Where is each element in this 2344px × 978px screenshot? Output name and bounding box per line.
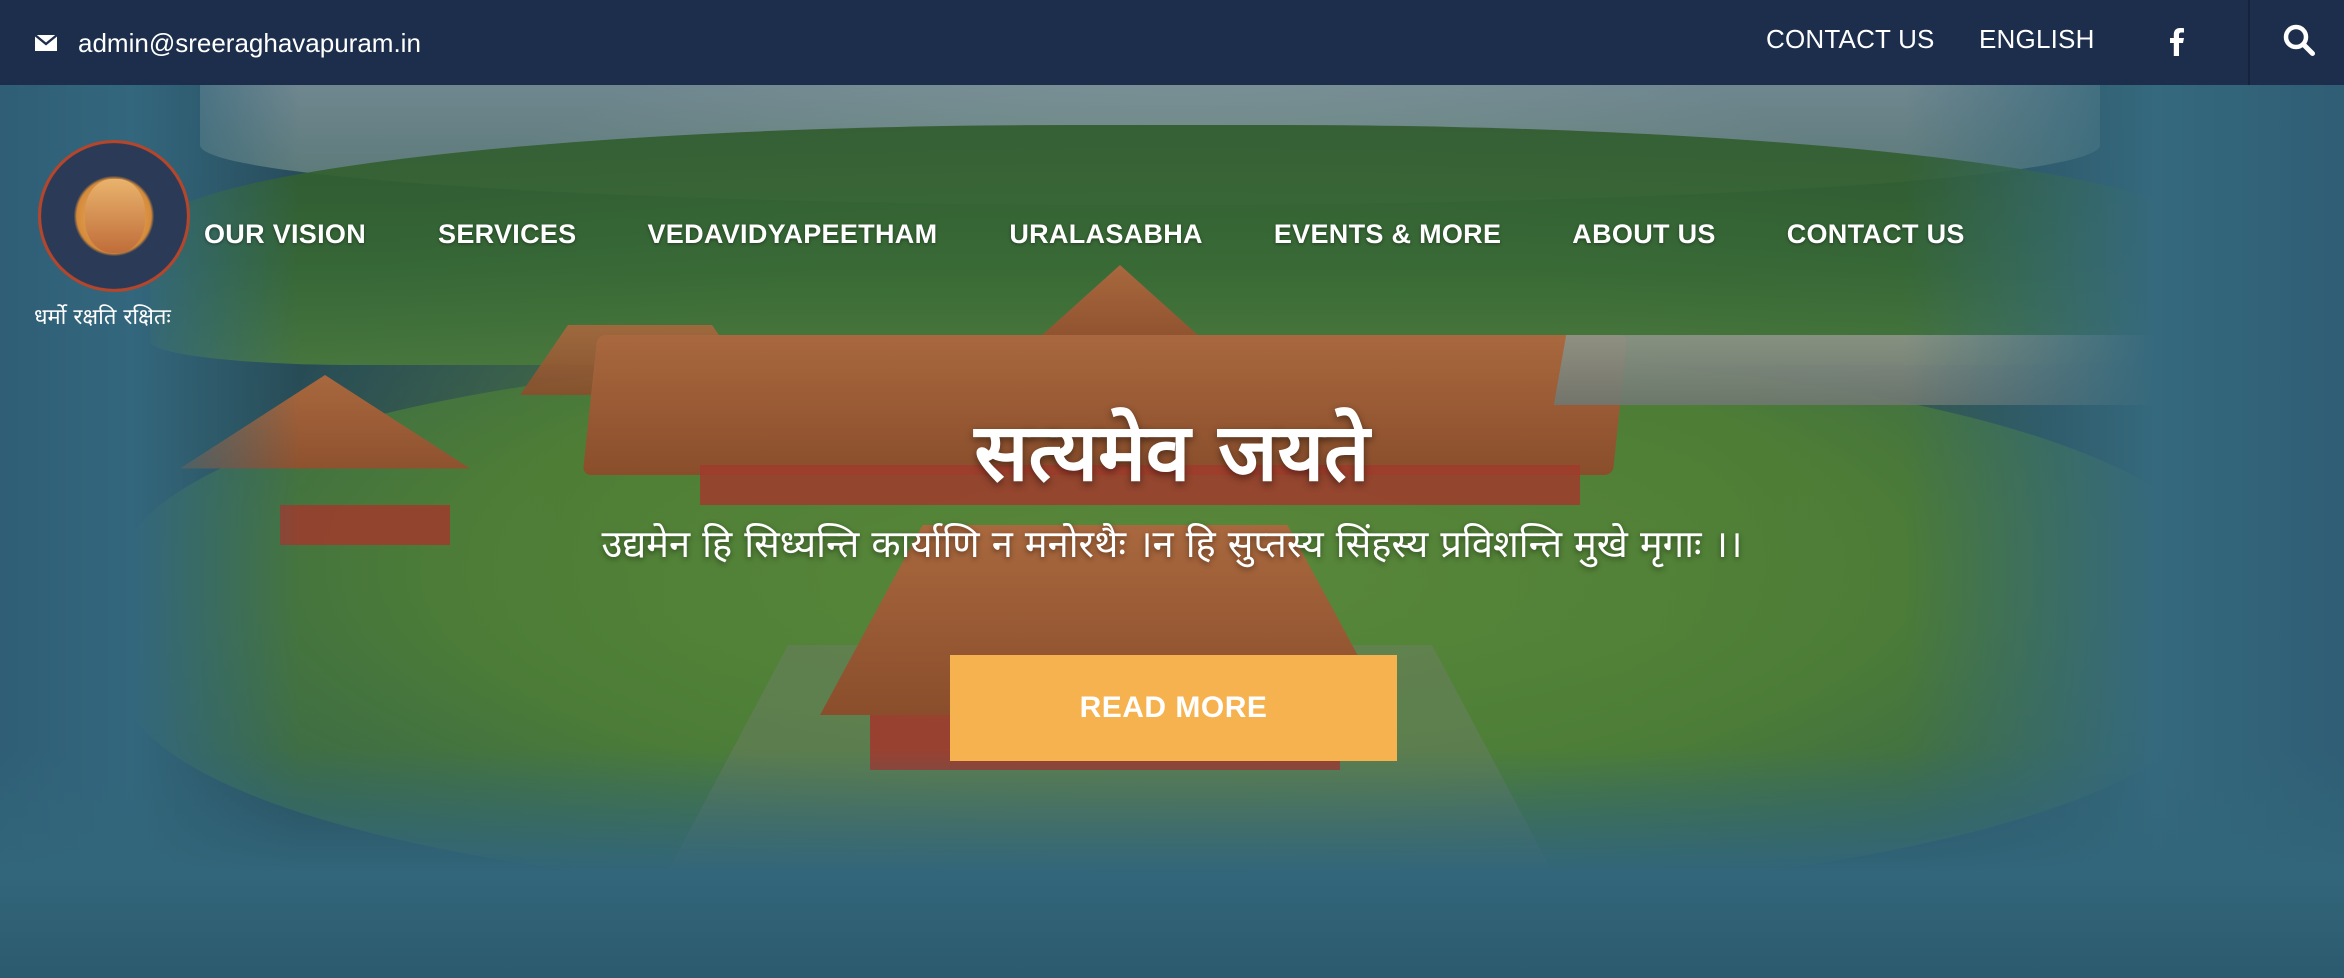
search-icon[interactable] [2282,23,2316,61]
hero-title: सत्यमेव जयते [974,406,1370,499]
email-link[interactable]: admin@sreeraghavapuram.in [34,26,421,60]
nav-uralasabha[interactable]: URALASABHA [1009,219,1203,250]
facebook-icon[interactable] [2167,26,2185,60]
site-logo[interactable] [38,140,190,292]
top-bar: admin@sreeraghavapuram.in CONTACT US ENG… [0,0,2344,85]
logo-deity-emblem [85,179,145,253]
read-more-button[interactable]: READ MORE [950,655,1397,761]
main-nav: OUR VISION SERVICES VEDAVIDYAPEETHAM URA… [204,219,1965,250]
site-tagline: धर्मो रक्षति रक्षितः [34,305,171,330]
nav-services[interactable]: SERVICES [438,219,576,250]
topbar-contact-link[interactable]: CONTACT US [1766,24,1935,55]
nav-our-vision[interactable]: OUR VISION [204,219,366,250]
hero-subtitle: उद्यमेन हि सिध्यन्ति कार्याणि न मनोरथैः … [601,522,1743,566]
nav-events-more[interactable]: EVENTS & MORE [1274,219,1501,250]
nav-contact-us[interactable]: CONTACT US [1787,219,1965,250]
email-text: admin@sreeraghavapuram.in [78,27,421,58]
hero-banner: धर्मो रक्षति रक्षितः OUR VISION SERVICES… [0,85,2344,978]
nav-vedavidyapeetham[interactable]: VEDAVIDYAPEETHAM [648,219,938,250]
nav-about-us[interactable]: ABOUT US [1572,219,1715,250]
topbar-divider [2248,0,2250,85]
envelope-icon [34,33,58,53]
hero-water-bottom [0,748,2344,978]
language-selector[interactable]: ENGLISH [1979,24,2095,55]
